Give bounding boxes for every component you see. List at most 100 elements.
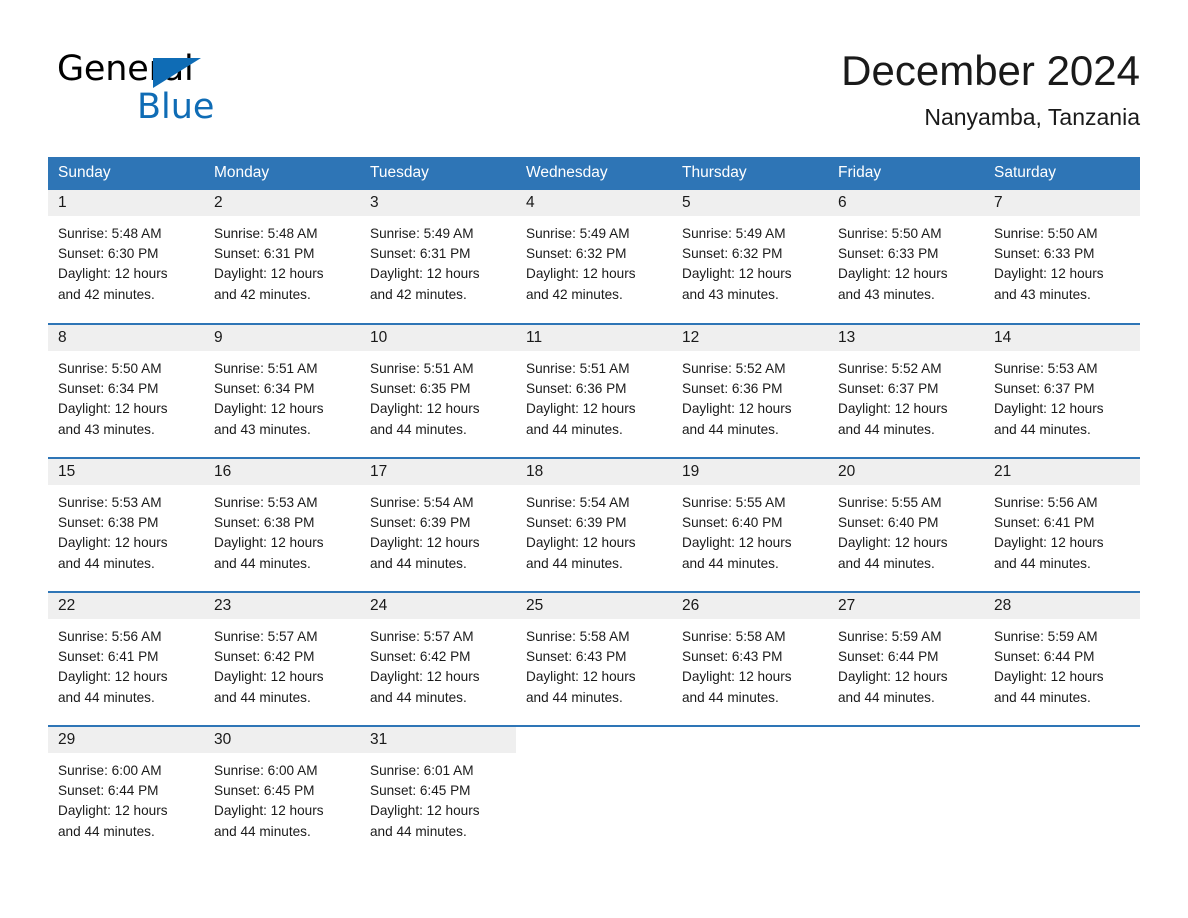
sunset-line: Sunset: 6:31 PM bbox=[214, 246, 315, 262]
weekday-header-sunday: Sunday bbox=[48, 157, 204, 190]
day-cell[interactable]: 17 Sunrise: 5:54 AM Sunset: 6:39 PM Dayl… bbox=[360, 457, 516, 592]
sunrise-line: Sunrise: 5:50 AM bbox=[58, 361, 162, 376]
day-cell[interactable]: 19 Sunrise: 5:55 AM Sunset: 6:40 PM Dayl… bbox=[672, 457, 828, 592]
sunset-line: Sunset: 6:36 PM bbox=[526, 381, 627, 397]
daylight-line-1: Daylight: 12 hours bbox=[58, 401, 168, 417]
day-cell-body: Sunrise: 5:51 AM Sunset: 6:34 PM Dayligh… bbox=[204, 351, 360, 440]
day-cell[interactable]: 6 Sunrise: 5:50 AM Sunset: 6:33 PM Dayli… bbox=[828, 190, 984, 324]
day-cell[interactable]: 4 Sunrise: 5:49 AM Sunset: 6:32 PM Dayli… bbox=[516, 190, 672, 324]
daylight-line-1: Daylight: 12 hours bbox=[994, 266, 1104, 282]
day-number-band: 31 bbox=[360, 727, 516, 753]
day-cell-body: Sunrise: 5:54 AM Sunset: 6:39 PM Dayligh… bbox=[516, 485, 672, 574]
daylight-line-2: and 44 minutes. bbox=[526, 421, 623, 437]
sunrise-line: Sunrise: 5:49 AM bbox=[370, 226, 474, 241]
day-cell[interactable]: 20 Sunrise: 5:55 AM Sunset: 6:40 PM Dayl… bbox=[828, 457, 984, 592]
sunrise-line: Sunrise: 5:49 AM bbox=[682, 226, 786, 241]
day-cell[interactable]: 12 Sunrise: 5:52 AM Sunset: 6:36 PM Dayl… bbox=[672, 323, 828, 458]
sunset-line: Sunset: 6:42 PM bbox=[214, 649, 315, 665]
daylight-line-1: Daylight: 12 hours bbox=[214, 669, 324, 685]
daylight-line-1: Daylight: 12 hours bbox=[58, 803, 168, 819]
day-number: 19 bbox=[682, 463, 700, 480]
sunrise-line: Sunrise: 5:53 AM bbox=[994, 361, 1098, 376]
day-cell[interactable]: 21 Sunrise: 5:56 AM Sunset: 6:41 PM Dayl… bbox=[984, 457, 1140, 592]
calendar-table-wrapper: Sunday Monday Tuesday Wednesday Thursday… bbox=[48, 157, 1140, 860]
day-cell-body: Sunrise: 5:58 AM Sunset: 6:43 PM Dayligh… bbox=[672, 619, 828, 708]
daylight-line-1: Daylight: 12 hours bbox=[214, 535, 324, 551]
day-cell[interactable]: 25 Sunrise: 5:58 AM Sunset: 6:43 PM Dayl… bbox=[516, 591, 672, 726]
sunrise-line: Sunrise: 5:51 AM bbox=[526, 361, 630, 376]
daylight-line-2: and 44 minutes. bbox=[682, 555, 779, 571]
day-cell[interactable]: 28 Sunrise: 5:59 AM Sunset: 6:44 PM Dayl… bbox=[984, 591, 1140, 726]
day-cell-empty bbox=[516, 725, 672, 860]
day-cell[interactable]: 5 Sunrise: 5:49 AM Sunset: 6:32 PM Dayli… bbox=[672, 190, 828, 324]
day-cell-body: Sunrise: 5:49 AM Sunset: 6:32 PM Dayligh… bbox=[672, 216, 828, 305]
day-cell[interactable]: 15 Sunrise: 5:53 AM Sunset: 6:38 PM Dayl… bbox=[48, 457, 204, 592]
daylight-line-1: Daylight: 12 hours bbox=[214, 401, 324, 417]
day-cell[interactable]: 23 Sunrise: 5:57 AM Sunset: 6:42 PM Dayl… bbox=[204, 591, 360, 726]
day-cell[interactable]: 30 Sunrise: 6:00 AM Sunset: 6:45 PM Dayl… bbox=[204, 725, 360, 860]
day-cell[interactable]: 1 Sunrise: 5:48 AM Sunset: 6:30 PM Dayli… bbox=[48, 190, 204, 324]
day-cell[interactable]: 2 Sunrise: 5:48 AM Sunset: 6:31 PM Dayli… bbox=[204, 190, 360, 324]
sunset-line: Sunset: 6:40 PM bbox=[838, 515, 939, 531]
daylight-line-2: and 44 minutes. bbox=[370, 823, 467, 839]
day-cell[interactable]: 29 Sunrise: 6:00 AM Sunset: 6:44 PM Dayl… bbox=[48, 725, 204, 860]
day-cell[interactable]: 11 Sunrise: 5:51 AM Sunset: 6:36 PM Dayl… bbox=[516, 323, 672, 458]
daylight-line-1: Daylight: 12 hours bbox=[370, 535, 480, 551]
daylight-line-1: Daylight: 12 hours bbox=[370, 401, 480, 417]
sunset-line: Sunset: 6:34 PM bbox=[214, 381, 315, 397]
day-cell[interactable]: 13 Sunrise: 5:52 AM Sunset: 6:37 PM Dayl… bbox=[828, 323, 984, 458]
day-cell-body: Sunrise: 5:55 AM Sunset: 6:40 PM Dayligh… bbox=[828, 485, 984, 574]
day-cell[interactable]: 26 Sunrise: 5:58 AM Sunset: 6:43 PM Dayl… bbox=[672, 591, 828, 726]
daylight-line-2: and 43 minutes. bbox=[58, 421, 155, 437]
day-cell[interactable]: 18 Sunrise: 5:54 AM Sunset: 6:39 PM Dayl… bbox=[516, 457, 672, 592]
day-cell[interactable]: 31 Sunrise: 6:01 AM Sunset: 6:45 PM Dayl… bbox=[360, 725, 516, 860]
day-cell-body: Sunrise: 5:52 AM Sunset: 6:37 PM Dayligh… bbox=[828, 351, 984, 440]
day-cell-body: Sunrise: 5:56 AM Sunset: 6:41 PM Dayligh… bbox=[48, 619, 204, 708]
sunset-line: Sunset: 6:44 PM bbox=[58, 783, 159, 799]
day-cell-body: Sunrise: 5:54 AM Sunset: 6:39 PM Dayligh… bbox=[360, 485, 516, 574]
sunrise-line: Sunrise: 5:58 AM bbox=[682, 629, 786, 644]
daylight-line-2: and 44 minutes. bbox=[526, 689, 623, 705]
day-number: 12 bbox=[682, 329, 700, 346]
sunset-line: Sunset: 6:32 PM bbox=[682, 246, 783, 262]
day-cell[interactable]: 7 Sunrise: 5:50 AM Sunset: 6:33 PM Dayli… bbox=[984, 190, 1140, 324]
day-number: 9 bbox=[214, 329, 223, 346]
sunrise-line: Sunrise: 5:55 AM bbox=[838, 495, 942, 510]
calendar-week-row: 8 Sunrise: 5:50 AM Sunset: 6:34 PM Dayli… bbox=[48, 323, 1140, 458]
daylight-line-2: and 42 minutes. bbox=[58, 286, 155, 302]
calendar-table: Sunday Monday Tuesday Wednesday Thursday… bbox=[48, 157, 1140, 860]
day-number-band: 5 bbox=[672, 190, 828, 216]
day-number: 31 bbox=[370, 731, 388, 748]
daylight-line-2: and 44 minutes. bbox=[682, 689, 779, 705]
day-number-band: 28 bbox=[984, 593, 1140, 619]
daylight-line-2: and 44 minutes. bbox=[838, 689, 935, 705]
day-cell[interactable]: 22 Sunrise: 5:56 AM Sunset: 6:41 PM Dayl… bbox=[48, 591, 204, 726]
day-cell-body: Sunrise: 6:00 AM Sunset: 6:44 PM Dayligh… bbox=[48, 753, 204, 842]
day-number-band: 9 bbox=[204, 325, 360, 351]
day-cell[interactable]: 24 Sunrise: 5:57 AM Sunset: 6:42 PM Dayl… bbox=[360, 591, 516, 726]
sunrise-line: Sunrise: 5:53 AM bbox=[214, 495, 318, 510]
day-number-band: 21 bbox=[984, 459, 1140, 485]
calendar-header-row: Sunday Monday Tuesday Wednesday Thursday… bbox=[48, 157, 1140, 190]
day-cell-body: Sunrise: 5:52 AM Sunset: 6:36 PM Dayligh… bbox=[672, 351, 828, 440]
day-cell[interactable]: 14 Sunrise: 5:53 AM Sunset: 6:37 PM Dayl… bbox=[984, 323, 1140, 458]
day-cell[interactable]: 8 Sunrise: 5:50 AM Sunset: 6:34 PM Dayli… bbox=[48, 323, 204, 458]
daylight-line-1: Daylight: 12 hours bbox=[526, 669, 636, 685]
day-cell[interactable]: 27 Sunrise: 5:59 AM Sunset: 6:44 PM Dayl… bbox=[828, 591, 984, 726]
daylight-line-2: and 44 minutes. bbox=[370, 421, 467, 437]
daylight-line-1: Daylight: 12 hours bbox=[526, 401, 636, 417]
daylight-line-1: Daylight: 12 hours bbox=[370, 803, 480, 819]
day-cell-body: Sunrise: 5:56 AM Sunset: 6:41 PM Dayligh… bbox=[984, 485, 1140, 574]
daylight-line-2: and 44 minutes. bbox=[58, 689, 155, 705]
day-cell[interactable]: 16 Sunrise: 5:53 AM Sunset: 6:38 PM Dayl… bbox=[204, 457, 360, 592]
day-cell-body: Sunrise: 5:49 AM Sunset: 6:32 PM Dayligh… bbox=[516, 216, 672, 305]
day-number-band: 1 bbox=[48, 190, 204, 216]
day-cell[interactable]: 9 Sunrise: 5:51 AM Sunset: 6:34 PM Dayli… bbox=[204, 323, 360, 458]
daylight-line-1: Daylight: 12 hours bbox=[214, 266, 324, 282]
day-cell[interactable]: 3 Sunrise: 5:49 AM Sunset: 6:31 PM Dayli… bbox=[360, 190, 516, 324]
sunrise-line: Sunrise: 5:57 AM bbox=[370, 629, 474, 644]
day-number: 16 bbox=[214, 463, 232, 480]
sunset-line: Sunset: 6:43 PM bbox=[526, 649, 627, 665]
day-cell[interactable]: 10 Sunrise: 5:51 AM Sunset: 6:35 PM Dayl… bbox=[360, 323, 516, 458]
sunrise-line: Sunrise: 5:59 AM bbox=[994, 629, 1098, 644]
